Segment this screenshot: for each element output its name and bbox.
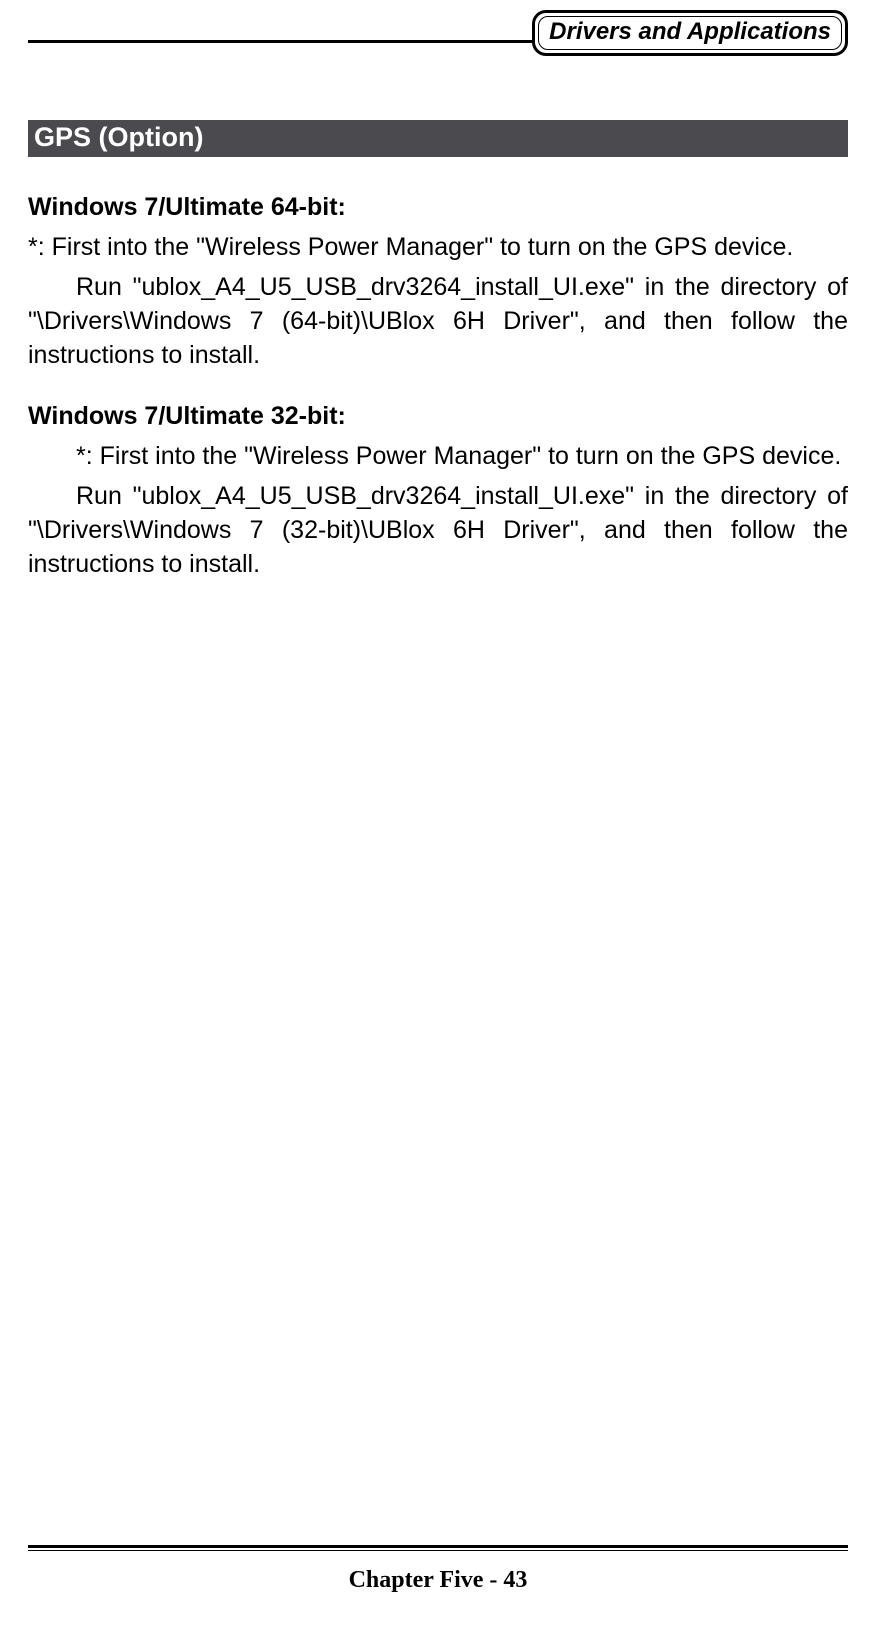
page: Drivers and Applications GPS (Option) Wi… — [0, 0, 876, 1630]
header-badge-label: Drivers and Applications — [549, 18, 831, 45]
section-title: GPS (Option) — [34, 122, 203, 152]
subheading-win7-32: Windows 7/Ultimate 32-bit: — [28, 402, 848, 431]
body-win7-64: Run "ublox_A4_U5_USB_drv3264_install_UI.… — [28, 270, 848, 372]
block-win7-32: Windows 7/Ultimate 32-bit: *: First into… — [28, 402, 848, 581]
footer-rule-thin — [28, 1550, 848, 1551]
note-win7-64: *: First into the "Wireless Power Manage… — [28, 230, 848, 264]
header-badge: Drivers and Applications — [532, 10, 848, 56]
header-area: Drivers and Applications — [28, 0, 848, 60]
content: GPS (Option) Windows 7/Ultimate 64-bit: … — [28, 60, 848, 581]
footer-rule-thick — [28, 1545, 848, 1548]
note-win7-32: *: First into the "Wireless Power Manage… — [28, 439, 848, 473]
footer-text: Chapter Five - 43 — [28, 1567, 848, 1594]
footer: Chapter Five - 43 — [28, 1545, 848, 1594]
block-win7-64: Windows 7/Ultimate 64-bit: *: First into… — [28, 193, 848, 372]
body-win7-32: Run "ublox_A4_U5_USB_drv3264_install_UI.… — [28, 479, 848, 581]
subheading-win7-64: Windows 7/Ultimate 64-bit: — [28, 193, 848, 222]
section-title-bar: GPS (Option) — [28, 120, 848, 157]
